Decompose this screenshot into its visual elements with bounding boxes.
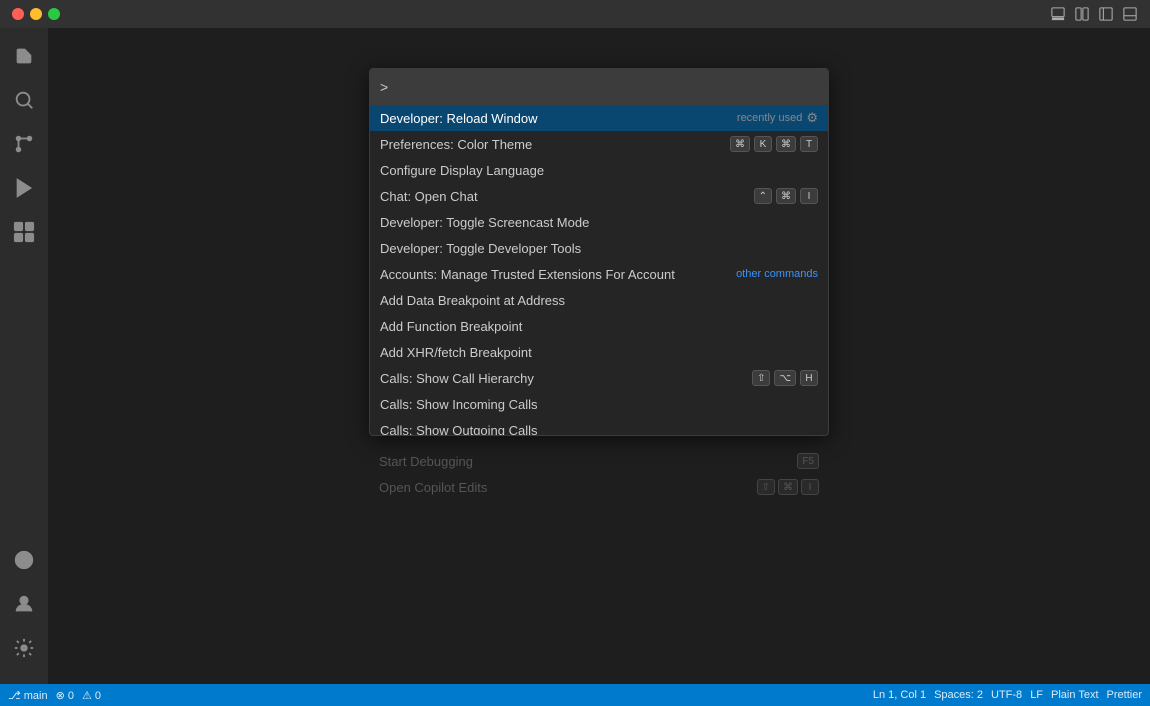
palette-item-label: Preferences: Color Theme xyxy=(380,137,532,152)
palette-item-label: Developer: Toggle Screencast Mode xyxy=(380,215,589,230)
palette-item-chat-open-chat[interactable]: Chat: Open Chat ⌃⌘I xyxy=(370,183,828,209)
sidebar-item-source-control[interactable] xyxy=(4,124,44,164)
sidebar-item-accounts[interactable] xyxy=(4,584,44,624)
status-language[interactable]: Plain Text xyxy=(1051,689,1099,701)
palette-item-calls-show-incoming-calls[interactable]: Calls: Show Incoming Calls xyxy=(370,391,828,417)
command-palette-overlay: > Developer: Reload Window recently used ⚙… xyxy=(48,28,1150,684)
palette-item-preferences-color-theme[interactable]: Preferences: Color Theme⌘K⌘T xyxy=(370,131,828,157)
minimize-button[interactable] xyxy=(30,8,42,20)
ghost-command: Open Copilot Edits ⇧⌘I xyxy=(369,474,829,500)
ghost-command-kbd-group: ⇧⌘I xyxy=(757,479,819,495)
palette-item-configure-display-language[interactable]: Configure Display Language xyxy=(370,157,828,183)
palette-item-add-xhr-fetch-breakpoint[interactable]: Add XHR/fetch Breakpoint xyxy=(370,339,828,365)
palette-item-add-data-breakpoint[interactable]: Add Data Breakpoint at Address xyxy=(370,287,828,313)
palette-prefix: > xyxy=(380,79,388,95)
status-warnings[interactable]: ⚠ 0 xyxy=(82,689,101,702)
palette-item-label: Add Function Breakpoint xyxy=(380,319,522,334)
status-formatter[interactable]: Prettier xyxy=(1107,689,1142,701)
palette-item-developer-toggle-screencast[interactable]: Developer: Toggle Screencast Mode xyxy=(370,209,828,235)
sidebar-item-extensions[interactable] xyxy=(4,212,44,252)
title-bar-actions xyxy=(1050,6,1138,22)
palette-item-label: Developer: Reload Window xyxy=(380,111,538,126)
sidebar-item-remote[interactable] xyxy=(4,540,44,580)
palette-item-right: recently used ⚙ xyxy=(737,110,818,126)
keyboard-shortcut-key: H xyxy=(800,370,818,386)
palette-input[interactable] xyxy=(392,80,818,95)
palette-item-right: ⌃⌘I xyxy=(754,188,818,204)
main-layout: > Developer: Reload Window recently used ⚙… xyxy=(0,28,1150,684)
split-editor-icon[interactable] xyxy=(1074,6,1090,22)
panel-icon[interactable] xyxy=(1122,6,1138,22)
sidebar-icon[interactable] xyxy=(1098,6,1114,22)
panel-layout-icon[interactable] xyxy=(1050,6,1066,22)
keyboard-shortcut-key: ⌘ xyxy=(730,136,750,152)
palette-item-developer-reload-window[interactable]: Developer: Reload Window recently used ⚙ xyxy=(370,105,828,131)
ghost-commands: Start Debugging F5 Open Copilot Edits ⇧⌘I xyxy=(369,444,829,500)
ghost-command: Start Debugging F5 xyxy=(369,448,829,474)
command-palette: > Developer: Reload Window recently used ⚙… xyxy=(369,68,829,436)
keyboard-shortcut-key: ⌥ xyxy=(774,370,796,386)
sidebar-item-search[interactable] xyxy=(4,80,44,120)
sidebar-item-run[interactable] xyxy=(4,168,44,208)
palette-item-calls-show-call-hierarchy[interactable]: Calls: Show Call Hierarchy ⇧⌥H xyxy=(370,365,828,391)
ghost-kbd-key: ⌘ xyxy=(778,479,798,495)
sidebar-item-settings[interactable] xyxy=(4,628,44,668)
ghost-command-label: Open Copilot Edits xyxy=(379,480,487,495)
ghost-kbd-key: I xyxy=(801,479,819,495)
ghost-kbd-key: F5 xyxy=(797,453,819,469)
palette-item-label: Add XHR/fetch Breakpoint xyxy=(380,345,532,360)
palette-item-label: Developer: Toggle Developer Tools xyxy=(380,241,581,256)
status-errors[interactable]: ⊗ 0 xyxy=(56,689,74,702)
status-spaces[interactable]: Spaces: 2 xyxy=(934,689,983,701)
keyboard-shortcut-key: ⇧ xyxy=(752,370,770,386)
keyboard-shortcut-key: K xyxy=(754,136,772,152)
keyboard-shortcut-key: ⌘ xyxy=(776,136,796,152)
ghost-kbd-key: ⇧ xyxy=(757,479,775,495)
palette-list: Developer: Reload Window recently used ⚙ Pr… xyxy=(370,105,828,435)
traffic-lights xyxy=(12,8,60,20)
palette-item-label: Chat: Open Chat xyxy=(380,189,478,204)
status-bar: ⎇ main ⊗ 0 ⚠ 0 Ln 1, Col 1 Spaces: 2 UTF… xyxy=(0,684,1150,706)
palette-item-accounts-manage-trusted[interactable]: Accounts: Manage Trusted Extensions For … xyxy=(370,261,828,287)
palette-item-label: Add Data Breakpoint at Address xyxy=(380,293,565,308)
palette-item-label: Configure Display Language xyxy=(380,163,544,178)
status-branch[interactable]: ⎇ main xyxy=(8,689,48,702)
palette-item-label: Calls: Show Outgoing Calls xyxy=(380,423,538,436)
ghost-command-label: Start Debugging xyxy=(379,454,473,469)
keyboard-shortcut-key: ⌘ xyxy=(776,188,796,204)
editor-area: > Developer: Reload Window recently used ⚙… xyxy=(48,28,1150,684)
status-eol[interactable]: LF xyxy=(1030,689,1043,701)
activity-bar-bottom xyxy=(4,540,44,676)
status-encoding[interactable]: UTF-8 xyxy=(991,689,1022,701)
recently-used-badge: recently used xyxy=(737,112,802,124)
palette-item-right: ⌘K⌘T xyxy=(730,136,818,152)
status-bar-right: Ln 1, Col 1 Spaces: 2 UTF-8 LF Plain Tex… xyxy=(873,689,1142,701)
keyboard-shortcut-key: I xyxy=(800,188,818,204)
status-cursor[interactable]: Ln 1, Col 1 xyxy=(873,689,926,701)
other-commands-badge: other commands xyxy=(736,268,818,280)
gear-icon: ⚙ xyxy=(806,110,818,126)
palette-item-right: other commands xyxy=(736,268,818,280)
sidebar-item-explorer[interactable] xyxy=(4,36,44,76)
palette-input-row[interactable]: > xyxy=(370,69,828,105)
palette-item-add-function-breakpoint[interactable]: Add Function Breakpoint xyxy=(370,313,828,339)
palette-item-label: Calls: Show Incoming Calls xyxy=(380,397,538,412)
palette-item-calls-show-outgoing-calls[interactable]: Calls: Show Outgoing Calls xyxy=(370,417,828,435)
keyboard-shortcut-key: ⌃ xyxy=(754,188,772,204)
palette-item-label: Accounts: Manage Trusted Extensions For … xyxy=(380,267,675,282)
ghost-command-kbd-group: F5 xyxy=(797,453,819,469)
maximize-button[interactable] xyxy=(48,8,60,20)
keyboard-shortcut-key: T xyxy=(800,136,818,152)
title-bar xyxy=(0,0,1150,28)
palette-item-developer-toggle-developer-tools[interactable]: Developer: Toggle Developer Tools xyxy=(370,235,828,261)
activity-bar xyxy=(0,28,48,684)
close-button[interactable] xyxy=(12,8,24,20)
palette-item-label: Calls: Show Call Hierarchy xyxy=(380,371,534,386)
palette-item-right: ⇧⌥H xyxy=(752,370,818,386)
